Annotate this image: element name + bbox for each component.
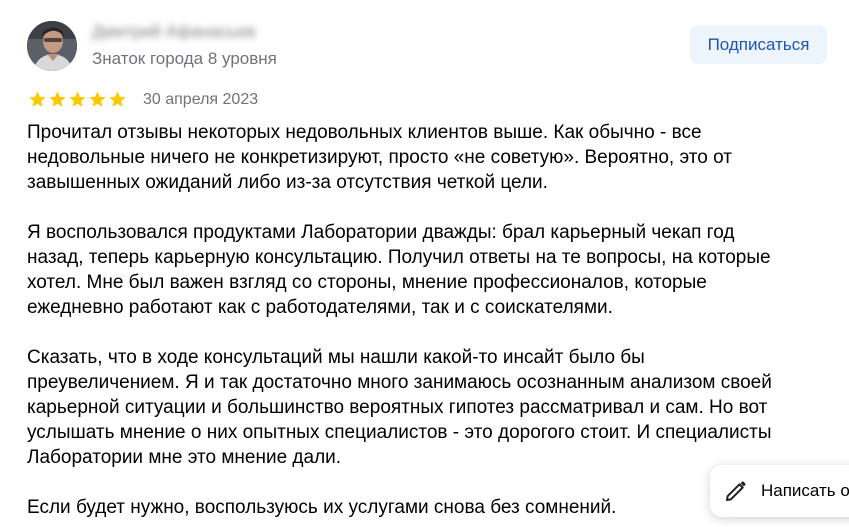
review-text: Прочитал отзывы некоторых недовольных кл… xyxy=(27,120,827,527)
pencil-icon xyxy=(726,481,746,501)
review-date: 30 апреля 2023 xyxy=(143,91,259,108)
write-review-label: Написать о xyxy=(761,481,849,500)
subscribe-button[interactable]: Подписаться xyxy=(690,25,827,64)
author-level: Знаток города 8 уровня xyxy=(92,49,277,68)
review-paragraph: Если будет нужно, воспользуюсь их услуга… xyxy=(27,497,617,518)
review-card: Дмитрий Афанасьев Знаток города 8 уровня… xyxy=(0,0,849,527)
rating-stars xyxy=(28,90,127,110)
star-icon xyxy=(69,91,86,107)
avatar[interactable] xyxy=(27,21,77,71)
review-paragraph: Прочитал отзывы некоторых недовольных кл… xyxy=(27,122,732,193)
write-review-button[interactable]: Написать о xyxy=(710,465,849,517)
review-paragraph: Сказать, что в ходе консультаций мы нашл… xyxy=(27,347,772,468)
review-paragraph: Я воспользовался продуктами Лаборатории … xyxy=(27,222,771,318)
star-icon xyxy=(49,91,66,107)
author-name[interactable]: Дмитрий Афанасьев xyxy=(92,21,255,43)
star-icon xyxy=(29,91,46,107)
star-icon xyxy=(109,91,126,107)
star-icon xyxy=(89,91,106,107)
